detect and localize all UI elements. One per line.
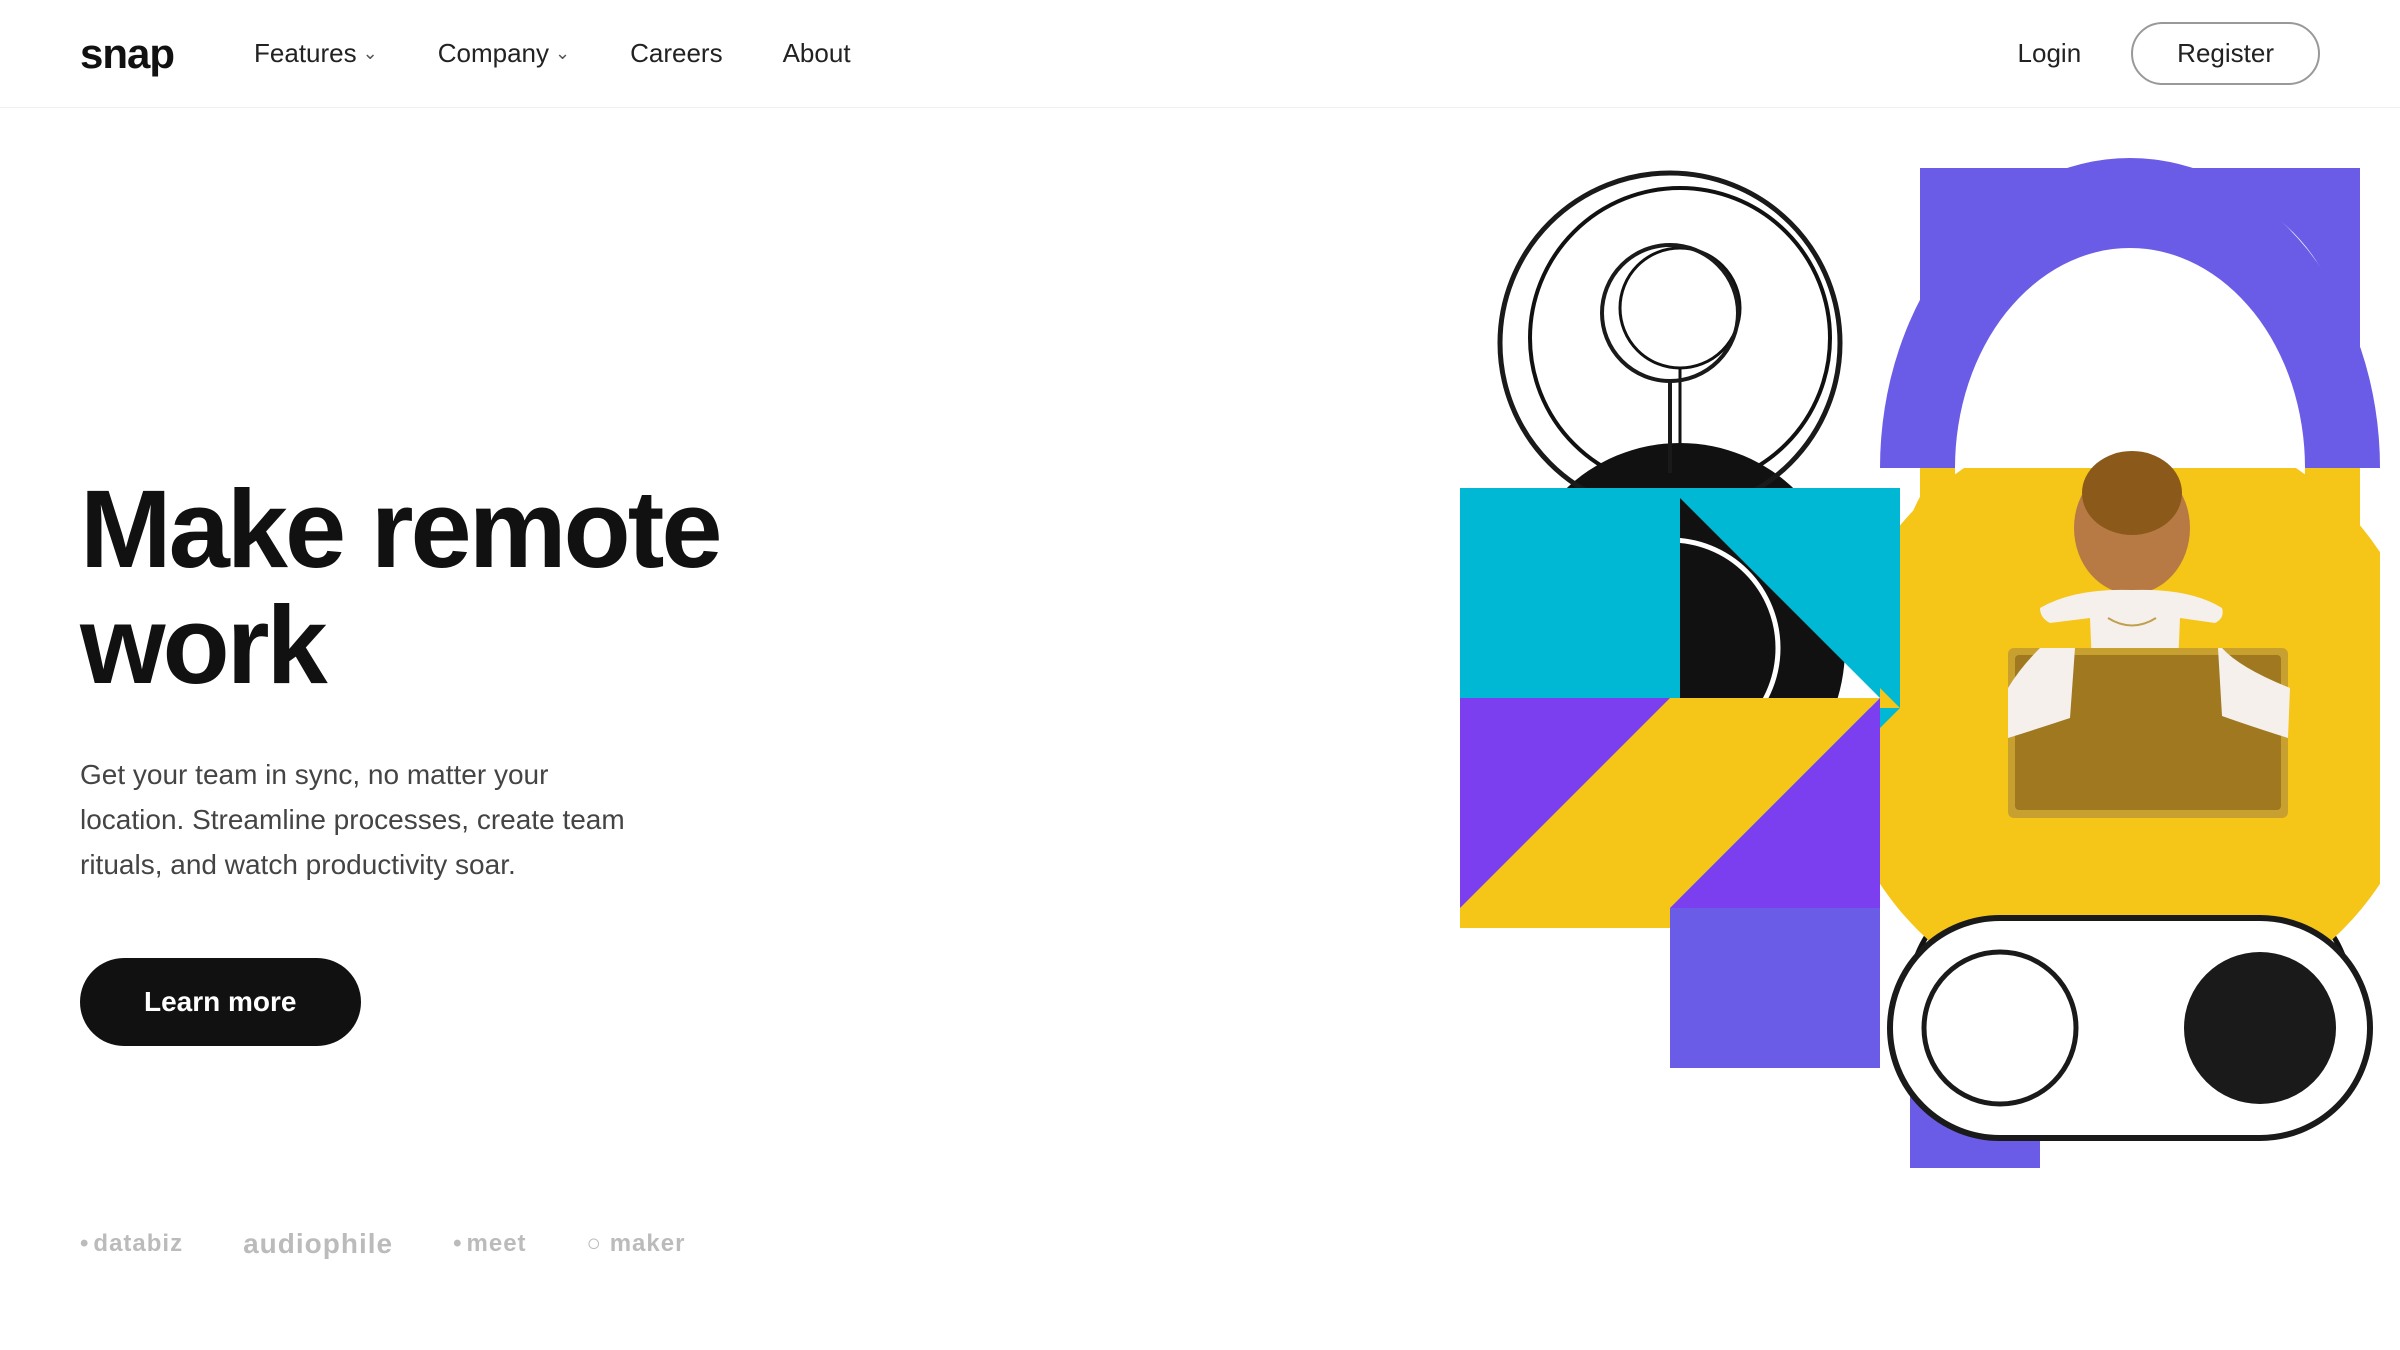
logo-audiophile: audiophile bbox=[243, 1228, 393, 1260]
nav-features[interactable]: Features ⌄ bbox=[254, 38, 378, 69]
nav-actions: Login Register bbox=[1998, 22, 2320, 85]
partner-logos: databiz audiophile meet ○ maker bbox=[80, 1228, 685, 1260]
logo-databiz: databiz bbox=[80, 1230, 183, 1258]
chevron-down-icon: ⌄ bbox=[363, 43, 378, 64]
hero-title: Make remote work bbox=[80, 472, 780, 703]
logo-maker: ○ maker bbox=[587, 1230, 686, 1258]
hero-subtitle: Get your team in sync, no matter your lo… bbox=[80, 753, 660, 887]
chevron-down-icon: ⌄ bbox=[555, 43, 570, 64]
hero-section: Make remote work Get your team in sync, … bbox=[80, 412, 780, 1045]
hero-illustration bbox=[780, 108, 2320, 1350]
nav-company[interactable]: Company ⌄ bbox=[438, 38, 570, 69]
register-button[interactable]: Register bbox=[2131, 22, 2320, 85]
nav-links: Features ⌄ Company ⌄ Careers About bbox=[254, 38, 1998, 69]
navigation: snap Features ⌄ Company ⌄ Careers About … bbox=[0, 0, 2400, 108]
nav-about[interactable]: About bbox=[783, 38, 851, 69]
logo-meet: meet bbox=[453, 1230, 526, 1258]
learn-more-button[interactable]: Learn more bbox=[80, 958, 361, 1046]
main-content: Make remote work Get your team in sync, … bbox=[0, 108, 2400, 1350]
login-button[interactable]: Login bbox=[1998, 28, 2102, 79]
logo[interactable]: snap bbox=[80, 30, 174, 78]
nav-careers[interactable]: Careers bbox=[630, 38, 722, 69]
hero-illustration-svg bbox=[1460, 158, 2380, 1308]
